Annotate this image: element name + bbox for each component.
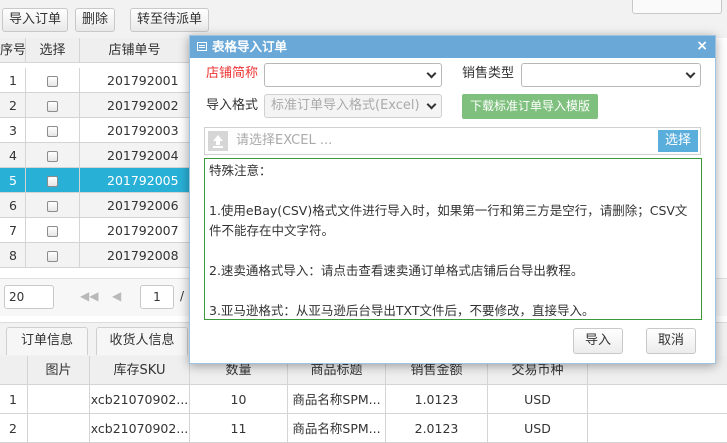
tab-order-info[interactable]: 订单信息 — [6, 327, 88, 355]
chevron-down-icon — [426, 99, 437, 110]
close-icon[interactable]: × — [696, 36, 708, 56]
tab-recipient-info[interactable]: 收货人信息 — [96, 327, 188, 355]
detail-amount: 2.0123 — [386, 414, 488, 443]
file-picker[interactable]: 请选择EXCEL ... 选择 — [204, 127, 701, 155]
notes-item-amazon: 3.亚马逊格式：从亚马逊后台导出TXT文件后，不要修改，直接导入。 — [209, 303, 595, 318]
prev-page-icon[interactable]: ◀ — [112, 289, 121, 303]
import-format-select[interactable]: 标准订单导入格式(Excel) — [264, 94, 442, 118]
chevron-down-icon — [685, 68, 696, 79]
import-orders-button[interactable]: 导入订单 — [2, 8, 69, 32]
import-format-label: 导入格式 — [206, 98, 259, 113]
detail-sku: xcb21070902... — [90, 414, 190, 443]
toolbar-right-control[interactable] — [632, 0, 722, 14]
toolbar: 导入订单 删除 转至待派单 — [0, 0, 727, 38]
order-number: 201792005 — [80, 168, 190, 193]
order-number: 201792004 — [80, 143, 190, 168]
shop-name-label: 店铺简称 — [206, 66, 259, 81]
import-button[interactable]: 导入 — [573, 328, 623, 354]
row-select-cell — [26, 193, 80, 218]
upload-icon — [208, 131, 228, 151]
row-number: 8 — [0, 243, 26, 268]
detail-title: 商品名称SPM... — [288, 385, 386, 414]
row-checkbox[interactable] — [47, 176, 58, 187]
notes-item-ebay: 1.使用eBay(CSV)格式文件进行导入时，如果第一行和第三方是空行，请删除；… — [209, 203, 688, 238]
detail-title: 商品名称SPM... — [288, 414, 386, 443]
detail-index: 1 — [0, 385, 28, 414]
row-checkbox[interactable] — [47, 126, 58, 137]
detail-quantity: 10 — [190, 385, 288, 414]
detail-filler — [588, 385, 727, 414]
row-checkbox[interactable] — [47, 101, 58, 112]
row-checkbox[interactable] — [47, 226, 58, 237]
delete-button[interactable]: 删除 — [75, 8, 116, 32]
row-select-cell — [26, 168, 80, 193]
dialog-title: 表格导入订单 — [212, 39, 288, 54]
row-number: 2 — [0, 93, 26, 118]
order-number: 201792003 — [80, 118, 190, 143]
detail-col-sku[interactable]: 库存SKU — [90, 356, 190, 385]
detail-sku: xcb21070902... — [90, 385, 190, 414]
row-number: 5 — [0, 168, 26, 193]
page-size-select[interactable]: 20 — [4, 285, 54, 309]
row-checkbox[interactable] — [47, 201, 58, 212]
notes-heading: 特殊注意： — [209, 163, 272, 178]
import-format-value: 标准订单导入格式(Excel) — [271, 98, 420, 113]
row-number: 6 — [0, 193, 26, 218]
shop-name-select[interactable] — [264, 63, 442, 87]
page-separator: / — [180, 289, 185, 303]
row-select-cell — [26, 243, 80, 268]
row-number: 3 — [0, 118, 26, 143]
detail-row[interactable]: 1 xcb21070902... 10 商品名称SPM... 1.0123 US… — [0, 385, 727, 414]
col-header-order-no[interactable]: 店铺单号 — [80, 38, 190, 63]
page-number-input[interactable]: 1 — [140, 285, 174, 309]
row-checkbox[interactable] — [47, 76, 58, 87]
col-header-no[interactable]: 序号 — [0, 38, 26, 63]
order-number: 201792002 — [80, 93, 190, 118]
file-path-placeholder: 请选择EXCEL ... — [236, 133, 333, 148]
order-number: 201792006 — [80, 193, 190, 218]
row-select-cell — [26, 218, 80, 243]
dialog-header[interactable]: 表格导入订单 × — [190, 36, 715, 58]
detail-filler — [588, 414, 727, 443]
cancel-button[interactable]: 取消 — [646, 328, 696, 354]
transfer-to-dispatch-button[interactable]: 转至待派单 — [130, 8, 210, 32]
detail-image — [28, 385, 90, 414]
detail-index: 2 — [0, 414, 28, 443]
notes-item-aliexpress: 2.速卖通格式导入：请点击查看速卖通订单格式店铺后台导出教程。 — [209, 263, 584, 278]
sales-type-label: 销售类型 — [462, 66, 515, 81]
row-select-cell — [26, 143, 80, 168]
order-number: 201792001 — [80, 68, 190, 93]
sales-type-select[interactable] — [521, 63, 701, 87]
detail-quantity: 11 — [190, 414, 288, 443]
detail-image — [28, 414, 90, 443]
chevron-down-icon — [426, 68, 437, 79]
row-number: 1 — [0, 68, 26, 93]
detail-amount: 1.0123 — [386, 385, 488, 414]
row-number: 4 — [0, 143, 26, 168]
choose-file-button[interactable]: 选择 — [658, 130, 698, 152]
row-select-cell — [26, 68, 80, 93]
detail-row[interactable]: 2 xcb21070902... 11 商品名称SPM... 2.0123 US… — [0, 414, 727, 443]
row-select-cell — [26, 118, 80, 143]
detail-currency: USD — [488, 414, 588, 443]
detail-col-image[interactable]: 图片 — [28, 356, 90, 385]
import-notes: 特殊注意： 1.使用eBay(CSV)格式文件进行导入时，如果第一行和第三方是空… — [204, 158, 702, 320]
import-orders-dialog: 表格导入订单 × 店铺简称 销售类型 导入格式 标准订单导入格式(Excel) … — [189, 35, 716, 364]
order-number: 201792007 — [80, 218, 190, 243]
first-page-icon[interactable]: ◀◀ — [80, 289, 98, 303]
detail-currency: USD — [488, 385, 588, 414]
row-checkbox[interactable] — [47, 251, 58, 262]
table-icon — [197, 42, 207, 51]
order-number: 201792008 — [80, 243, 190, 268]
row-checkbox[interactable] — [47, 151, 58, 162]
download-template-button[interactable]: 下载标准订单导入模版 — [462, 94, 598, 119]
detail-col-index — [0, 356, 28, 385]
row-select-cell — [26, 93, 80, 118]
col-header-select[interactable]: 选择 — [26, 38, 80, 63]
row-number: 7 — [0, 218, 26, 243]
